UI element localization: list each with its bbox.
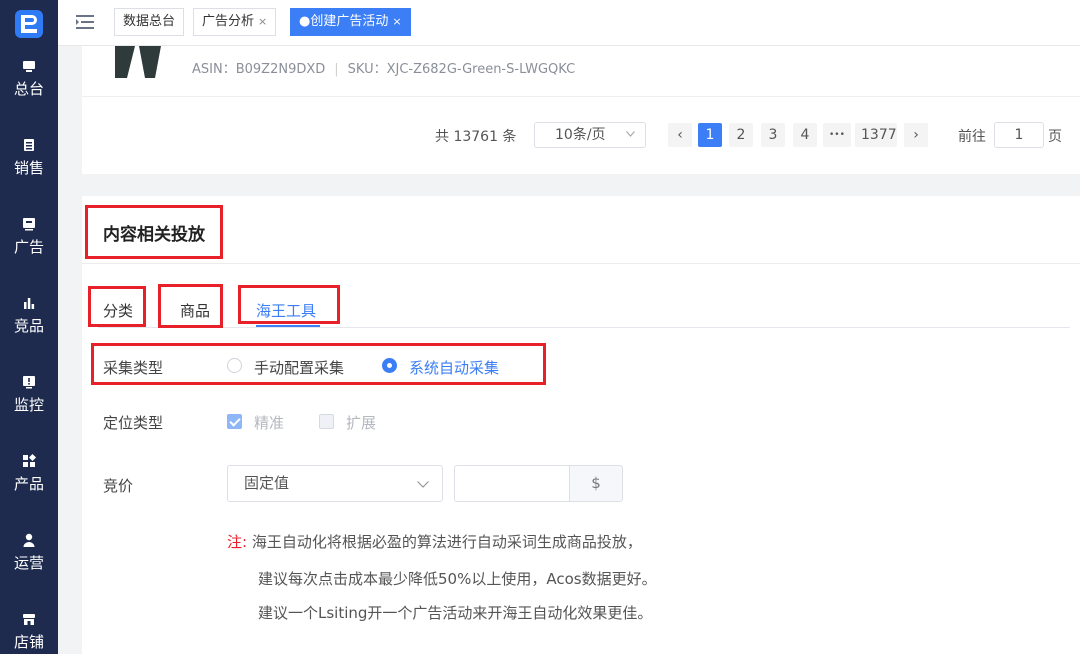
note-line: 建议一个Lsiting开一个广告活动来开海王自动化效果更佳。 (258, 604, 653, 622)
nav-label: 产品 (13, 475, 44, 493)
goto-page-input[interactable]: 1 (994, 122, 1044, 148)
content-targeting-card: 内容相关投放 分类 商品 海王工具 采集类型 手动配置采集 系统自动采集 定位类… (82, 196, 1080, 654)
nav-label: 监控 (13, 396, 44, 414)
nav-operations[interactable]: 运营 (0, 532, 58, 592)
note-text: 海王自动化将根据必盈的算法进行自动采词生成商品投放， (251, 533, 642, 551)
monitor-icon (23, 61, 35, 72)
goto-label: 前往 (958, 129, 986, 145)
pagination-page[interactable]: 3 (761, 123, 785, 147)
store-icon (23, 614, 35, 625)
bid-type-value: 固定值 (244, 474, 290, 492)
tab-label: ●创建广告活动 (299, 14, 389, 29)
tab-category[interactable]: 分类 (103, 300, 133, 321)
checkbox-exact[interactable] (227, 414, 242, 429)
divider (82, 263, 1080, 264)
nav-label: 竞品 (13, 317, 44, 335)
currency-unit: $ (569, 465, 623, 502)
bid-type-select[interactable]: 固定值 (227, 465, 443, 502)
bid-label: 竞价 (103, 477, 134, 495)
ad-icon (23, 218, 35, 231)
list-icon (24, 139, 34, 151)
radio-auto-collect[interactable] (382, 358, 397, 373)
nav-label: 总台 (13, 80, 44, 98)
logo-icon[interactable] (13, 8, 45, 40)
checkbox-expanded[interactable] (319, 414, 334, 429)
divider (82, 96, 1080, 97)
tab-label: 广告分析 (202, 14, 255, 29)
targeting-type-label: 定位类型 (103, 414, 164, 432)
tab-bar: 数据总台 广告分析 × ●创建广告活动 × (58, 0, 1080, 46)
section-title: 内容相关投放 (103, 225, 205, 245)
page-size-select[interactable]: 10条/页 (534, 122, 646, 148)
tab-product[interactable]: 商品 (180, 300, 210, 321)
tab-ad-analysis[interactable]: 广告分析 × (193, 8, 277, 36)
nav-label: 销售 (13, 159, 44, 177)
product-identifiers: ASIN：B09Z2N9DXD | SKU：XJC-Z682G-Green-S-LW… (192, 58, 575, 77)
grid-icon (23, 453, 37, 467)
tab-create-campaign[interactable]: ●创建广告活动 × (290, 8, 411, 36)
radio-manual-collect[interactable] (227, 358, 242, 373)
nav-ads[interactable]: 广告 (0, 216, 58, 276)
pagination-total: 共 13761 条 (435, 129, 517, 145)
nav-store[interactable]: 店铺 (0, 611, 58, 654)
nav-label: 广告 (13, 238, 44, 256)
note-line: 注: 海王自动化将根据必盈的算法进行自动采词生成商品投放， (227, 531, 642, 552)
sidebar: 总台 销售 广告 竞品 监控 产品 运营 店铺 (0, 0, 58, 654)
sku-text: SKU：XJC-Z682G-Green-S-LWGQKC (347, 62, 576, 77)
radio-label[interactable]: 手动配置采集 (254, 357, 344, 378)
pagination-page[interactable]: 4 (793, 123, 817, 147)
pagination-next[interactable]: › (904, 123, 928, 147)
separator: | (334, 62, 339, 77)
bid-amount-input[interactable] (454, 465, 570, 502)
tab-data-dashboard[interactable]: 数据总台 (114, 8, 185, 36)
nav-label: 店铺 (13, 633, 44, 651)
pagination-page[interactable]: 2 (729, 123, 753, 147)
nav-dashboard[interactable]: 总台 (0, 58, 58, 118)
note-prefix: 注: (227, 533, 248, 551)
product-list-card: ASIN：B09Z2N9DXD | SKU：XJC-Z682G-Green-S-LW… (82, 46, 1080, 174)
goto-suffix: 页 (1048, 129, 1062, 145)
product-thumbnail[interactable] (115, 46, 161, 78)
pagination-page[interactable]: 1377 (855, 123, 897, 147)
checkbox-label: 扩展 (346, 414, 377, 432)
menu-toggle-icon[interactable] (76, 14, 94, 30)
nav-label: 运营 (13, 554, 44, 572)
close-icon[interactable]: × (392, 15, 401, 28)
chevron-down-icon (417, 481, 429, 488)
asin-text: ASIN：B09Z2N9DXD (192, 62, 326, 77)
checkbox-label: 精准 (254, 414, 285, 432)
page-size-value: 10条/页 (555, 127, 606, 143)
alert-icon (23, 376, 35, 389)
bar-chart-icon (24, 298, 35, 309)
pagination-page[interactable]: 1 (698, 123, 722, 147)
note-line: 建议每次点击成本最少降低50%以上使用，Acos数据更好。 (258, 570, 657, 588)
nav-sales[interactable]: 销售 (0, 137, 58, 197)
tabs-divider (98, 327, 1070, 328)
tab-haiwang-tools[interactable]: 海王工具 (256, 300, 316, 321)
nav-products[interactable]: 产品 (0, 453, 58, 513)
nav-monitor[interactable]: 监控 (0, 374, 58, 434)
nav-competitors[interactable]: 竞品 (0, 295, 58, 355)
pagination-ellipsis[interactable]: ••• (823, 123, 851, 147)
collect-type-label: 采集类型 (103, 359, 164, 377)
tab-label: 数据总台 (123, 14, 176, 29)
pagination-prev[interactable]: ‹ (668, 123, 692, 147)
user-icon (23, 533, 35, 547)
radio-label[interactable]: 系统自动采集 (409, 357, 499, 378)
chevron-down-icon (626, 131, 635, 137)
close-icon[interactable]: × (258, 15, 267, 28)
